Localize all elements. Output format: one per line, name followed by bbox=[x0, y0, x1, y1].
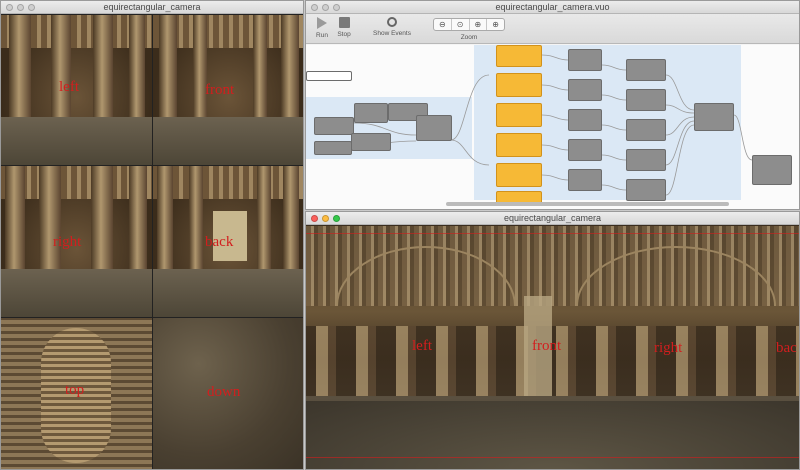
node-yellow[interactable] bbox=[496, 133, 542, 157]
stop-label: Stop bbox=[337, 31, 351, 38]
node[interactable] bbox=[568, 169, 602, 191]
composition-canvas[interactable] bbox=[306, 45, 799, 209]
node[interactable] bbox=[752, 155, 792, 185]
node-yellow[interactable] bbox=[496, 163, 542, 187]
face-label-front: front bbox=[205, 82, 235, 98]
node[interactable] bbox=[568, 79, 602, 101]
zoom-in-button[interactable]: ⊕ bbox=[487, 19, 504, 30]
zoom-label: Zoom bbox=[460, 34, 478, 41]
node[interactable] bbox=[694, 103, 734, 131]
node-yellow[interactable] bbox=[496, 73, 542, 97]
title-bar[interactable]: equirectangular_camera.vuo bbox=[306, 1, 799, 14]
stop-button[interactable]: Stop bbox=[334, 17, 354, 38]
node[interactable] bbox=[314, 117, 354, 135]
node[interactable] bbox=[626, 149, 666, 171]
events-icon bbox=[387, 17, 397, 27]
output-label-front: front bbox=[532, 338, 562, 354]
stop-icon bbox=[338, 17, 350, 28]
node[interactable] bbox=[568, 49, 602, 71]
window-title: equirectangular_camera bbox=[103, 2, 201, 12]
face-top: top bbox=[1, 318, 152, 469]
equirectangular-view: left front right bac bbox=[306, 226, 799, 469]
zoom-control: ⊖ ⊙ ⊕ ⊕ bbox=[433, 18, 505, 31]
node[interactable] bbox=[351, 133, 391, 151]
node[interactable] bbox=[354, 103, 388, 123]
face-left: left bbox=[1, 15, 152, 165]
node[interactable] bbox=[626, 59, 666, 81]
face-back: back bbox=[153, 166, 303, 317]
face-label-left: left bbox=[59, 79, 79, 95]
node[interactable] bbox=[626, 179, 666, 201]
face-label-down: down bbox=[207, 384, 241, 400]
node[interactable] bbox=[568, 139, 602, 161]
node-yellow[interactable] bbox=[496, 103, 542, 127]
node[interactable] bbox=[626, 119, 666, 141]
cube-faces-window: equirectangular_camera left front right bbox=[0, 0, 304, 470]
show-events-button[interactable]: Show Events bbox=[372, 17, 412, 37]
node[interactable] bbox=[314, 141, 352, 155]
title-bar[interactable]: equirectangular_camera bbox=[306, 212, 799, 225]
window-title: equirectangular_camera bbox=[503, 213, 602, 223]
horizontal-scrollbar[interactable] bbox=[446, 202, 729, 206]
face-label-back: back bbox=[205, 234, 234, 250]
zoom-actual-button[interactable]: ⊙ bbox=[452, 19, 470, 30]
node[interactable] bbox=[416, 115, 452, 141]
output-label-right: right bbox=[654, 340, 683, 356]
face-front: front bbox=[153, 15, 303, 165]
run-button[interactable]: Run bbox=[313, 17, 331, 39]
face-label-right: right bbox=[53, 234, 82, 250]
node-yellow[interactable] bbox=[496, 45, 542, 67]
zoom-out-button[interactable]: ⊖ bbox=[434, 19, 452, 30]
show-events-label: Show Events bbox=[373, 30, 411, 37]
run-label: Run bbox=[316, 32, 328, 39]
face-down: down bbox=[153, 318, 303, 469]
node[interactable] bbox=[306, 71, 352, 81]
toolbar: Run Stop Show Events ⊖ ⊙ ⊕ ⊕ Zoom bbox=[306, 14, 799, 44]
window-title: equirectangular_camera.vuo bbox=[495, 2, 610, 12]
node[interactable] bbox=[568, 109, 602, 131]
title-bar[interactable]: equirectangular_camera bbox=[1, 1, 303, 14]
output-label-left: left bbox=[412, 338, 432, 354]
play-icon bbox=[317, 17, 327, 29]
zoom-fit-button[interactable]: ⊕ bbox=[470, 19, 488, 30]
face-label-top: top bbox=[65, 382, 85, 398]
output-label-back: bac bbox=[776, 340, 797, 356]
face-right: right bbox=[1, 166, 152, 317]
output-window: equirectangular_camera left front right … bbox=[305, 211, 800, 470]
editor-window: equirectangular_camera.vuo Run Stop Show… bbox=[305, 0, 800, 210]
node[interactable] bbox=[626, 89, 666, 111]
